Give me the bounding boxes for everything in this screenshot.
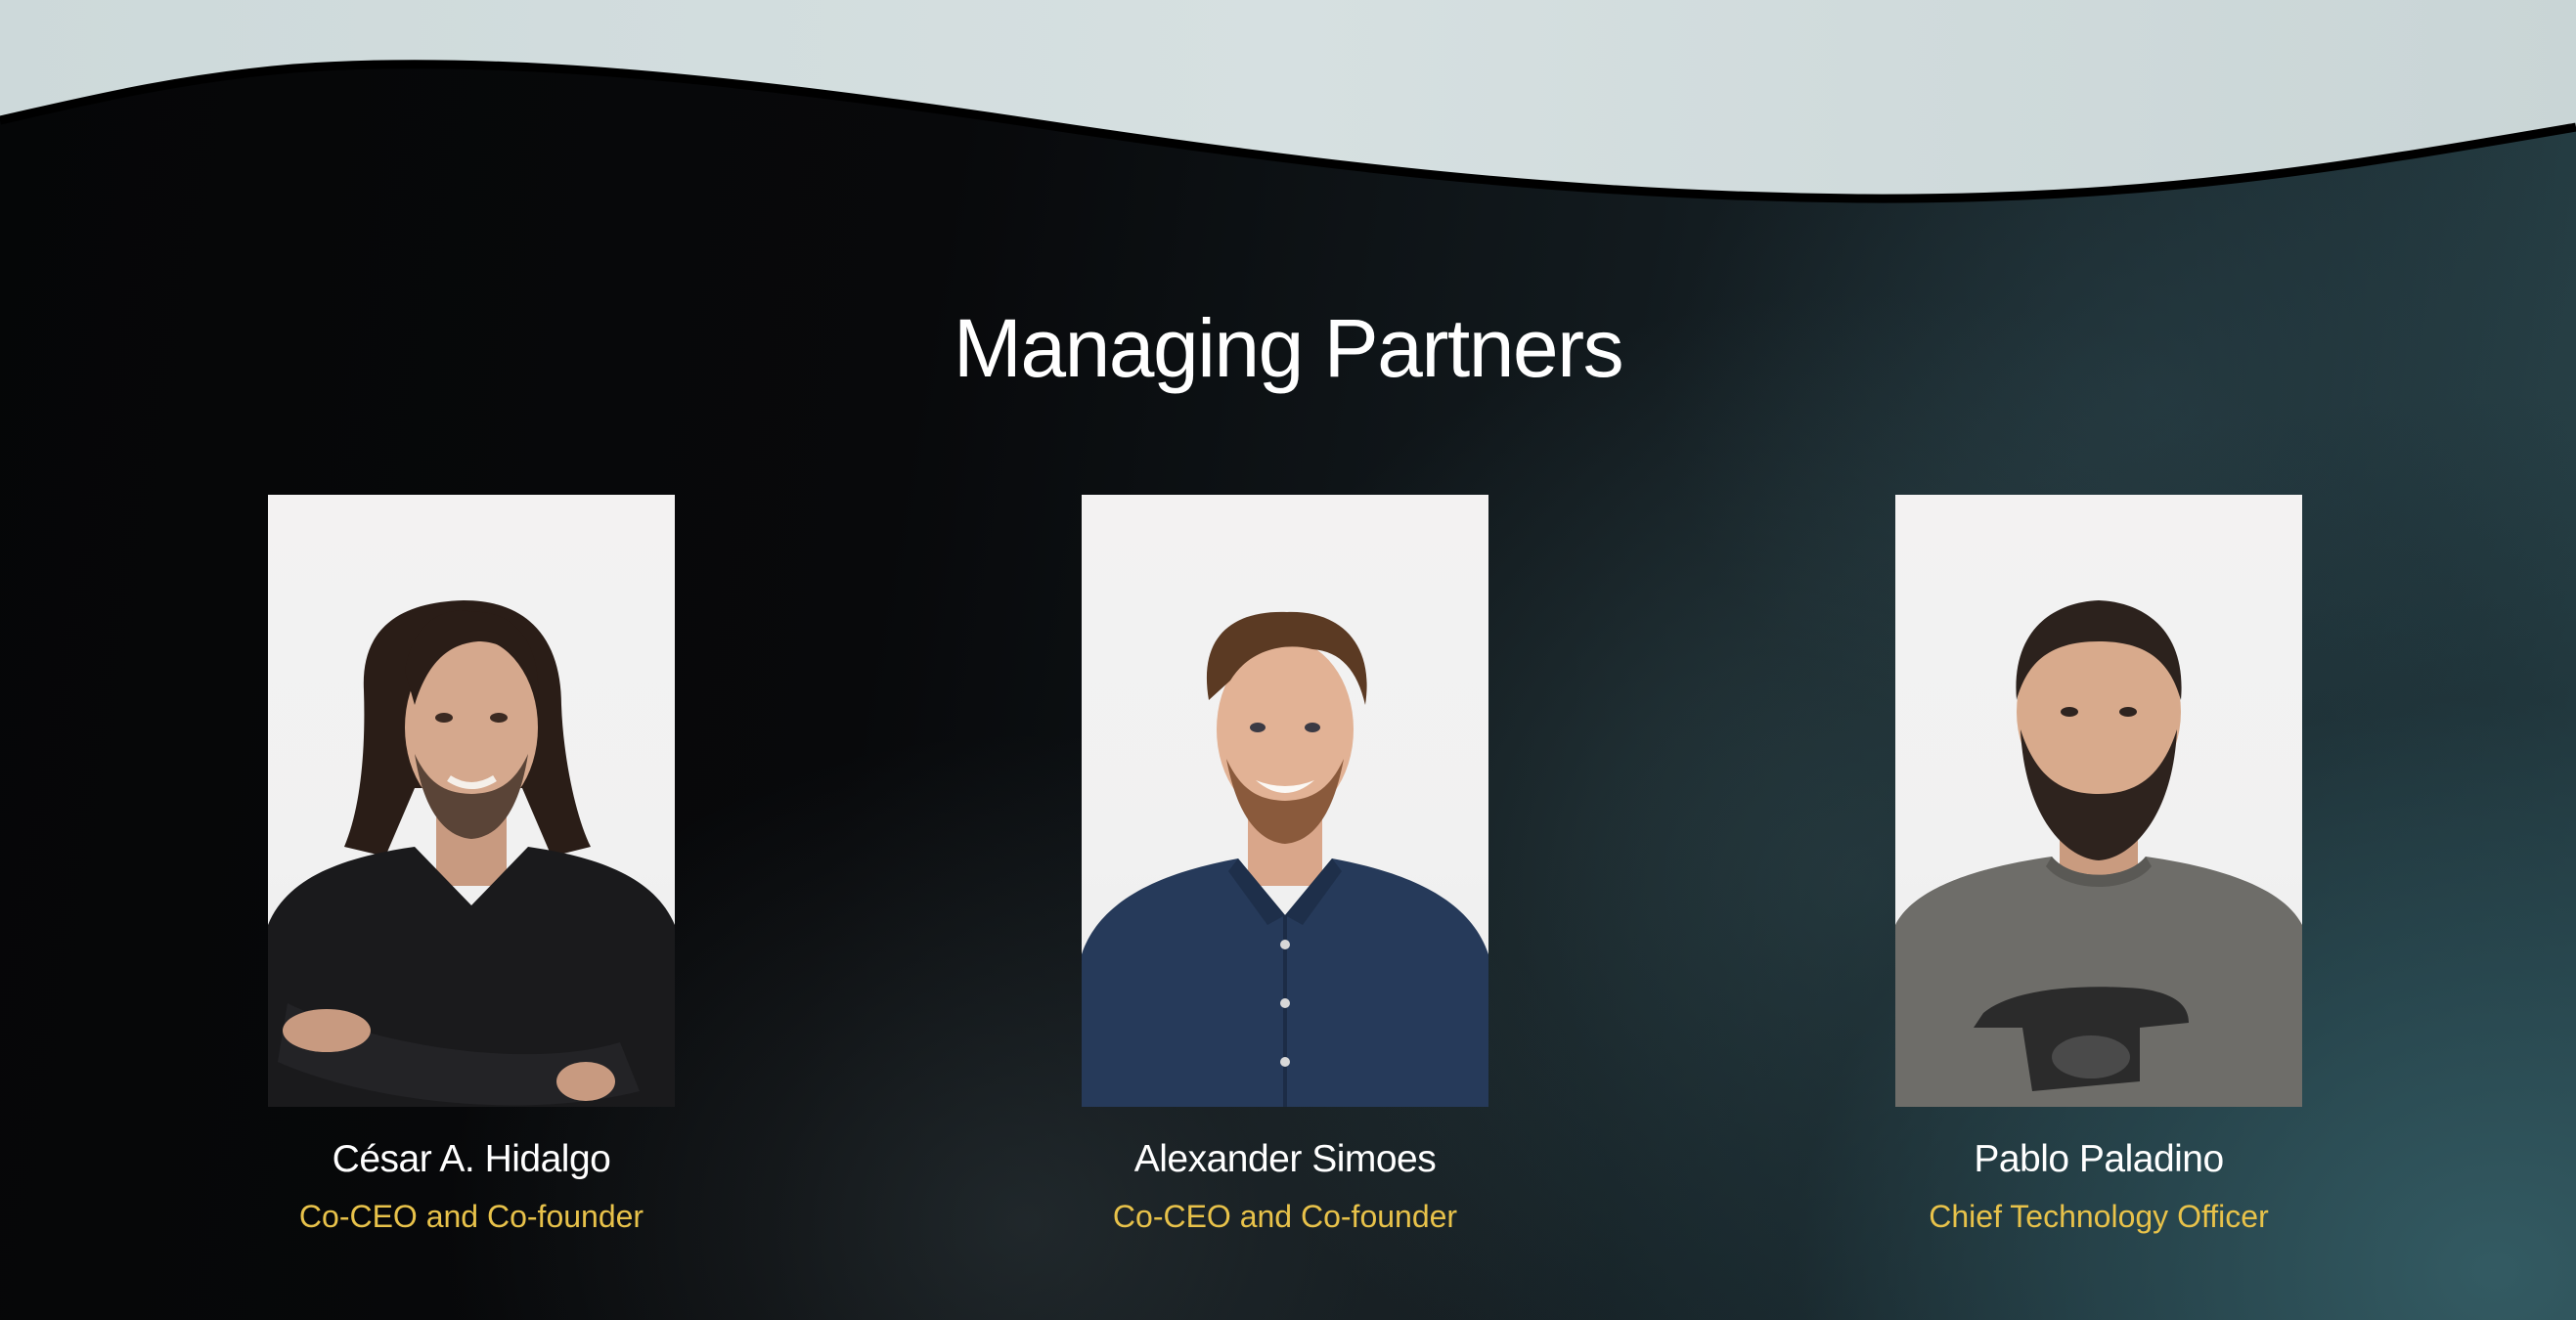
partner-name: Pablo Paladino [1974, 1138, 2224, 1180]
portrait-photo-icon [1895, 600, 2302, 1107]
portrait-photo-icon [1082, 611, 1488, 1107]
top-wave-decoration [0, 0, 2576, 203]
partner-photo[interactable] [1895, 495, 2302, 1107]
partner-photo[interactable] [1082, 495, 1488, 1107]
section-title: Managing Partners [953, 302, 1624, 394]
partner-card: César A. Hidalgo Co-CEO and Co-founder [268, 495, 675, 1234]
partner-role: Co-CEO and Co-founder [1112, 1199, 1458, 1234]
partner-card: Alexander Simoes Co-CEO and Co-founder [1082, 495, 1488, 1234]
portrait-photo-icon [268, 600, 675, 1107]
partner-card: Pablo Paladino Chief Technology Officer [1895, 495, 2302, 1234]
partner-photo[interactable] [268, 495, 675, 1107]
partner-name: Alexander Simoes [1133, 1138, 1437, 1180]
partner-name: César A. Hidalgo [332, 1138, 611, 1180]
partner-role: Co-CEO and Co-founder [298, 1199, 644, 1234]
partner-role: Chief Technology Officer [1929, 1199, 2269, 1234]
